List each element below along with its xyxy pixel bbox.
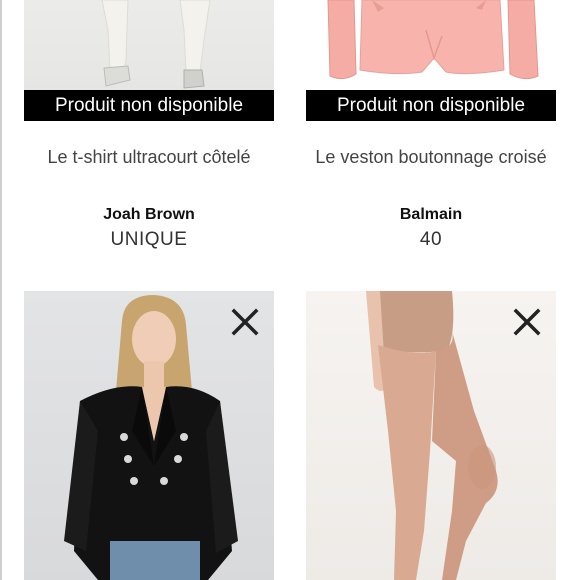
product-card-balmain[interactable]: Produit non disponible Le veston boutonn… <box>306 0 556 250</box>
product-size: UNIQUE <box>110 229 188 250</box>
product-size: 40 <box>419 229 443 250</box>
close-icon[interactable] <box>230 307 260 337</box>
product-card-joah-brown[interactable]: Produit non disponible Le t-shirt ultrac… <box>24 0 274 250</box>
product-card-black-blazer[interactable] <box>24 291 274 580</box>
tights-legs-image[interactable] <box>306 291 556 580</box>
product-card-tights[interactable] <box>306 291 556 580</box>
product-name[interactable]: Le veston boutonnage croisé <box>306 145 556 170</box>
product-brand: Joah Brown <box>103 206 195 223</box>
pink-blazer-image[interactable]: Produit non disponible <box>306 0 556 121</box>
product-name[interactable]: Le t-shirt ultracourt côtelé <box>24 145 274 170</box>
black-blazer-model-image[interactable] <box>24 291 274 580</box>
divider <box>0 0 2 580</box>
close-icon[interactable] <box>512 307 542 337</box>
wishlist-page: Produit non disponible Le t-shirt ultrac… <box>0 0 580 580</box>
unavailable-banner: Produit non disponible <box>306 90 556 121</box>
unavailable-banner: Produit non disponible <box>24 90 274 121</box>
white-pants-model-image[interactable]: Produit non disponible <box>24 0 274 121</box>
product-brand: Balmain <box>399 206 463 223</box>
